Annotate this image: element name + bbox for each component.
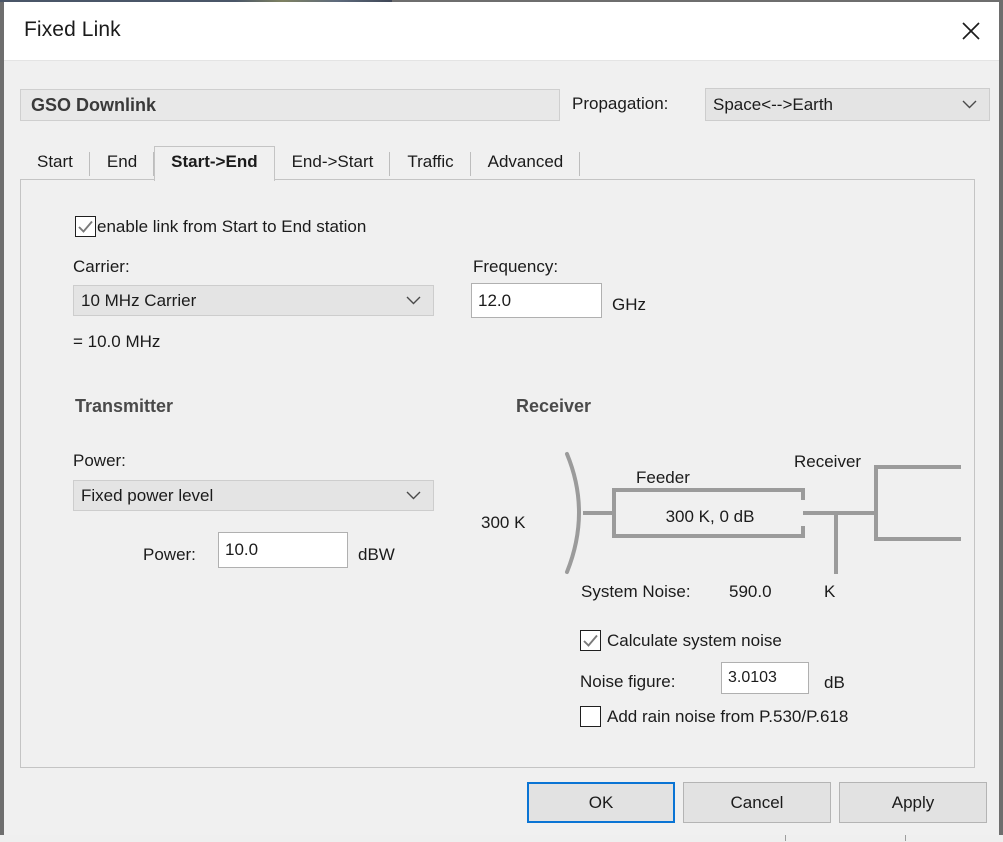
power-mode-label: Power: [73, 451, 126, 471]
noise-figure-unit: dB [824, 673, 845, 693]
link-name-text: GSO Downlink [21, 95, 156, 116]
tab-end-to-start[interactable]: End->Start [275, 146, 391, 180]
carrier-value: 10 MHz Carrier [74, 291, 196, 311]
receiver-heading: Receiver [516, 396, 591, 417]
add-rain-noise-label: Add rain noise from P.530/P.618 [607, 707, 848, 727]
apply-button[interactable]: Apply [839, 782, 987, 823]
enable-link-checkbox[interactable] [75, 216, 96, 237]
carrier-bandwidth-text: = 10.0 MHz [73, 332, 160, 352]
tab-label: Start->End [171, 152, 257, 171]
power-value-label: Power: [143, 545, 196, 565]
receiver-box-label: Receiver [794, 452, 861, 472]
link-name-field[interactable]: GSO Downlink [20, 89, 560, 121]
title-bar: Fixed Link [4, 2, 999, 61]
fixed-link-dialog: Fixed Link GSO Downlink Propagation: Spa… [0, 2, 1003, 835]
power-mode-value: Fixed power level [74, 486, 213, 506]
add-rain-noise-checkbox[interactable] [580, 706, 601, 727]
carrier-dropdown[interactable]: 10 MHz Carrier [73, 285, 434, 316]
propagation-value: Space<-->Earth [706, 95, 833, 115]
calculate-system-noise-label: Calculate system noise [607, 631, 782, 651]
carrier-label: Carrier: [73, 257, 130, 277]
chevron-down-icon [962, 96, 977, 114]
system-noise-value: 590.0 [729, 582, 772, 602]
noise-figure-input[interactable] [721, 662, 809, 694]
propagation-label: Propagation: [572, 94, 668, 114]
tab-advanced[interactable]: Advanced [471, 146, 581, 180]
noise-figure-label: Noise figure: [580, 672, 675, 692]
chevron-down-icon [406, 292, 421, 310]
transmitter-heading: Transmitter [75, 396, 173, 417]
power-input[interactable] [218, 532, 348, 568]
power-unit: dBW [358, 545, 395, 565]
frequency-unit: GHz [612, 295, 646, 315]
ok-button[interactable]: OK [527, 782, 675, 823]
tab-start[interactable]: Start [20, 146, 90, 180]
frequency-label: Frequency: [473, 257, 558, 277]
tab-traffic[interactable]: Traffic [390, 146, 470, 180]
calculate-system-noise-checkbox[interactable] [580, 630, 601, 651]
system-noise-label: System Noise: [581, 582, 691, 602]
cancel-button[interactable]: Cancel [683, 782, 831, 823]
chevron-down-icon [406, 487, 421, 505]
add-rain-noise-row: Add rain noise from P.530/P.618 [580, 706, 848, 727]
tab-label: Traffic [407, 152, 453, 171]
frequency-input[interactable] [471, 283, 602, 318]
tab-end[interactable]: End [90, 146, 154, 180]
link-header-row: GSO Downlink Propagation: Space<-->Earth [4, 61, 999, 129]
tab-label: Advanced [488, 152, 564, 171]
enable-link-row: enable link from Start to End station [75, 216, 366, 237]
enable-link-label: enable link from Start to End station [97, 217, 366, 237]
antenna-temperature-label: 300 K [481, 513, 525, 533]
power-mode-dropdown[interactable]: Fixed power level [73, 480, 434, 511]
calculate-system-noise-row: Calculate system noise [580, 630, 782, 651]
system-noise-unit: K [824, 582, 835, 602]
tab-bar: Start End Start->End End->Start Traffic … [20, 143, 580, 180]
window-title: Fixed Link [24, 18, 121, 42]
tab-start-to-end[interactable]: Start->End [154, 146, 274, 181]
tab-label: End [107, 152, 137, 171]
start-to-end-panel: enable link from Start to End station Ca… [20, 179, 975, 768]
propagation-dropdown[interactable]: Space<-->Earth [705, 88, 990, 121]
dialog-footer: OK Cancel Apply [4, 770, 999, 834]
tab-separator [579, 152, 580, 176]
feeder-label: Feeder [636, 468, 690, 488]
tab-label: Start [37, 152, 73, 171]
feeder-value[interactable]: 300 K, 0 dB [625, 507, 795, 527]
close-icon[interactable] [943, 2, 999, 59]
tab-label: End->Start [292, 152, 374, 171]
